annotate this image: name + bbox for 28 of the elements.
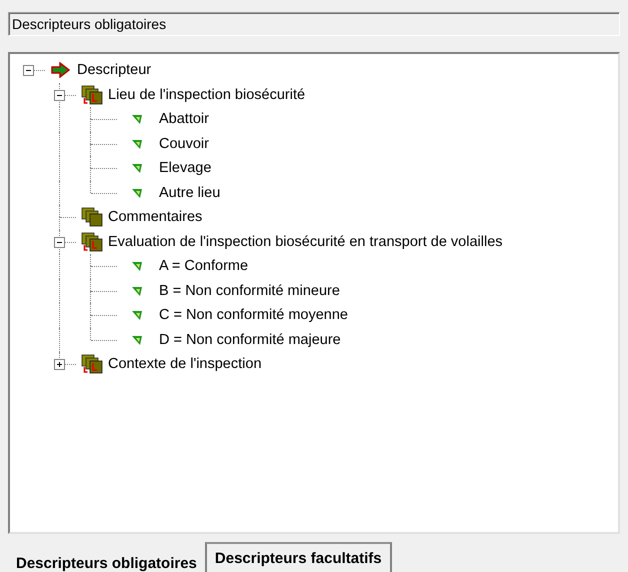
triangle-icon — [131, 162, 143, 174]
tree-item[interactable]: Autre lieu — [159, 184, 220, 201]
tree-item[interactable]: Couvoir — [159, 136, 209, 152]
tree-item[interactable]: Descripteur — [77, 62, 152, 78]
expander-toggle[interactable] — [54, 90, 65, 100]
tree-item[interactable]: Contexte de l'inspection — [108, 356, 262, 372]
tab[interactable]: Descripteurs facultatifs — [204, 542, 392, 572]
tree-item[interactable]: Lieu de l'inspection biosécurité — [108, 86, 306, 103]
tree-item[interactable]: Elevage — [159, 160, 212, 176]
triangle-icon — [131, 309, 143, 322]
triangle-icon — [131, 260, 143, 272]
tree-item[interactable]: D = Non conformité majeure — [159, 332, 341, 348]
triangle-icon — [131, 186, 143, 199]
triangle-icon — [131, 334, 143, 346]
expander-toggle[interactable] — [54, 359, 65, 370]
triangle-icon — [131, 113, 143, 126]
arrow-icon — [51, 62, 71, 78]
expander-toggle[interactable] — [23, 65, 34, 76]
tree-item[interactable]: B = Non conformité mineure — [159, 282, 340, 299]
expander-toggle[interactable] — [54, 236, 65, 248]
tree-item[interactable]: A = Conforme — [159, 258, 248, 274]
triangle-icon — [131, 284, 143, 297]
tree-item[interactable]: Abattoir — [159, 111, 209, 128]
tree-item[interactable]: Evaluation de l'inspection biosécurité en transport de volailles — [108, 234, 503, 250]
tree-item[interactable]: Commentaires — [108, 209, 202, 226]
header-title: Descripteurs obligatoires — [12, 16, 166, 32]
triangle-icon — [131, 138, 143, 150]
tree-item[interactable]: C = Non conformité moyenne — [159, 307, 348, 324]
